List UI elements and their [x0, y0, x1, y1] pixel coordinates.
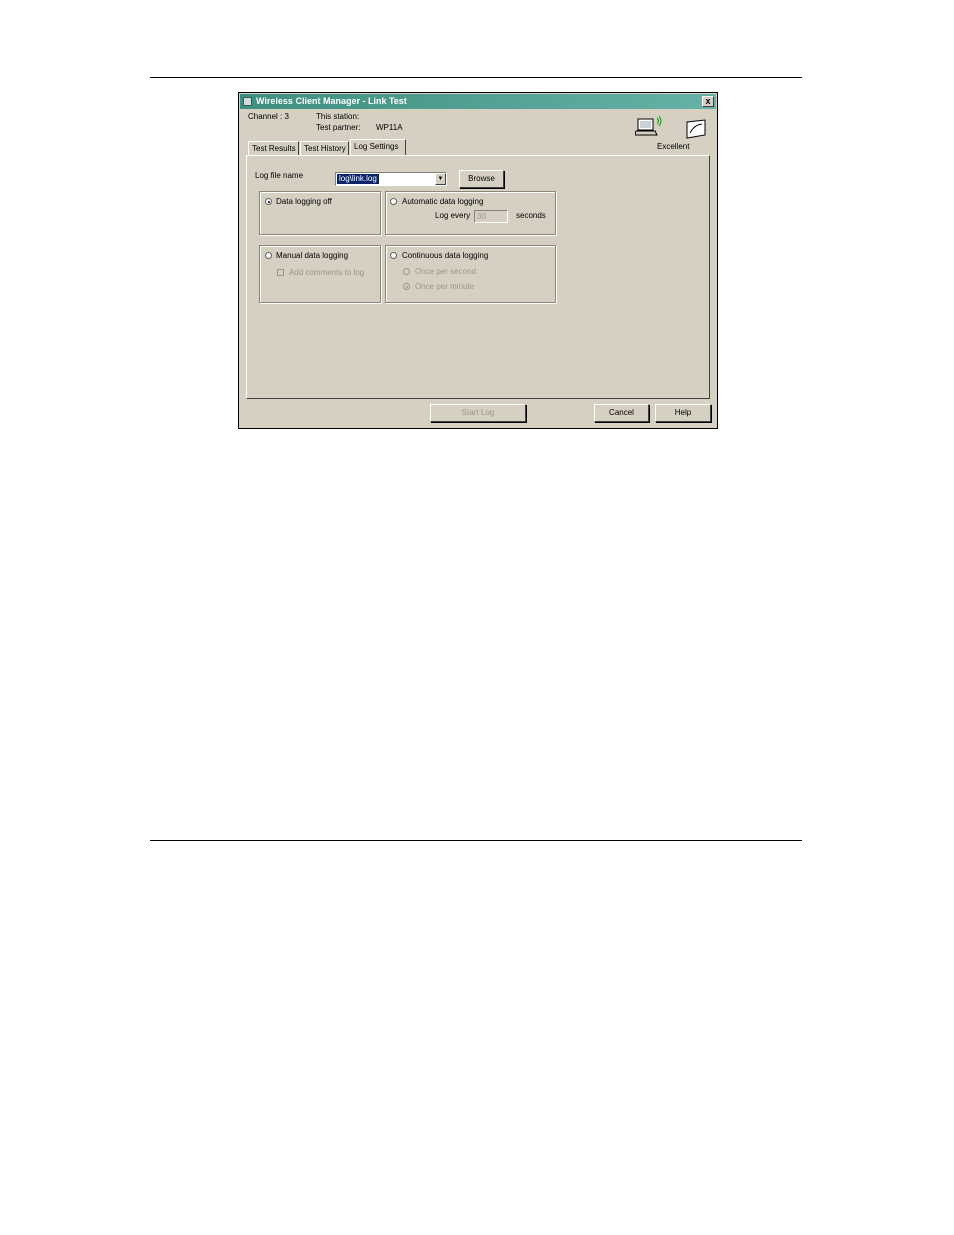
- access-point-icon: [686, 119, 706, 139]
- manual-logging-label: Manual data logging: [276, 251, 349, 260]
- add-comments-label: Add comments to log: [289, 268, 365, 277]
- add-comments-checkbox[interactable]: [277, 269, 284, 276]
- test-partner-value: WP11A: [376, 123, 403, 132]
- log-every-input[interactable]: 30: [474, 210, 508, 223]
- channel-label: Channel : 3: [248, 112, 289, 121]
- log-file-label: Log file name: [255, 171, 304, 180]
- start-log-button[interactable]: Start Log: [430, 404, 526, 422]
- tab-log-settings[interactable]: Log Settings: [350, 139, 406, 155]
- cancel-button[interactable]: Cancel: [594, 404, 649, 422]
- this-station-label: This station:: [316, 112, 360, 121]
- help-button[interactable]: Help: [655, 404, 711, 422]
- laptop-signal-icon: [635, 115, 662, 136]
- once-per-second-label: Once per second: [415, 267, 476, 276]
- log-file-combo[interactable]: log\link.log ▼: [335, 172, 447, 186]
- link-test-window: Wireless Client Manager - Link Test x Ch…: [238, 92, 718, 429]
- once-per-second-radio[interactable]: [403, 268, 410, 275]
- tab-test-history[interactable]: Test History: [300, 141, 349, 155]
- window-title: Wireless Client Manager - Link Test: [256, 96, 407, 106]
- seconds-label: seconds: [516, 211, 546, 220]
- automatic-logging-label: Automatic data logging: [402, 197, 484, 206]
- tab-test-results[interactable]: Test Results: [248, 141, 299, 155]
- data-logging-off-radio[interactable]: [265, 198, 272, 205]
- once-per-minute-label: Once per minute: [415, 282, 475, 291]
- automatic-logging-radio[interactable]: [390, 198, 397, 205]
- manual-logging-radio[interactable]: [265, 252, 272, 259]
- app-icon: [243, 97, 252, 106]
- title-bar[interactable]: Wireless Client Manager - Link Test x: [240, 94, 716, 109]
- log-every-label: Log every: [435, 211, 471, 220]
- browse-button[interactable]: Browse: [459, 170, 504, 188]
- data-logging-off-label: Data logging off: [276, 197, 332, 206]
- continuous-logging-label: Continuous data logging: [402, 251, 489, 260]
- dropdown-arrow-icon[interactable]: ▼: [435, 173, 446, 185]
- test-partner-label: Test partner:: [316, 123, 361, 132]
- once-per-minute-radio[interactable]: [403, 283, 410, 290]
- close-button[interactable]: x: [702, 96, 714, 107]
- top-rule: [150, 77, 802, 78]
- signal-quality-label: Excellent: [657, 142, 690, 151]
- log-file-value: log\link.log: [337, 174, 379, 184]
- continuous-logging-radio[interactable]: [390, 252, 397, 259]
- bottom-rule: [150, 840, 802, 841]
